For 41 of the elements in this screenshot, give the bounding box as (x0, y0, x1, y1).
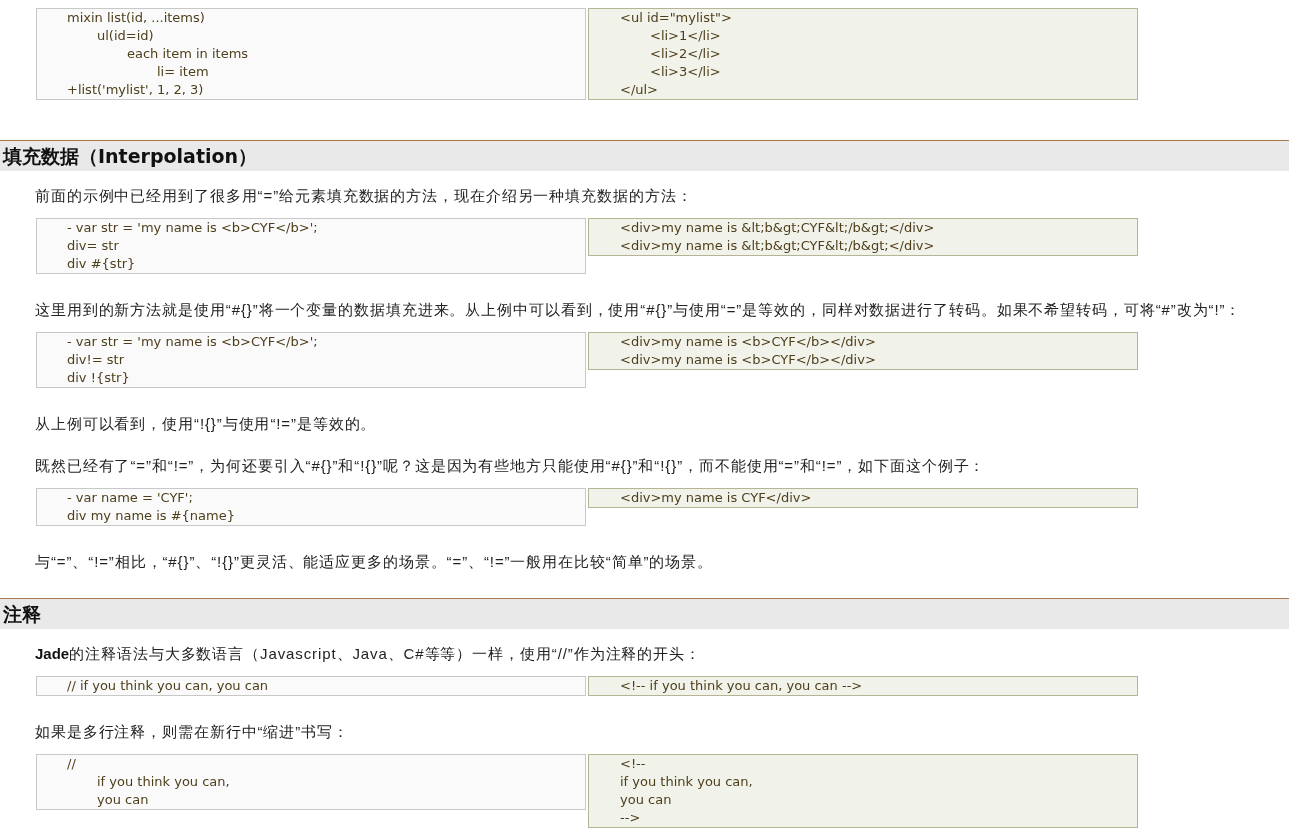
code-line: div #{str} (67, 255, 136, 273)
code-line: --> (620, 809, 641, 827)
code-line: <!-- (620, 755, 646, 773)
code-line: - var str = 'my name is <b>CYF</b>'; (67, 219, 318, 237)
code-line: <li>2</li> (650, 45, 721, 63)
code-line: <div>my name is CYF</div> (620, 489, 812, 507)
code-line: div!= str (67, 351, 124, 369)
code-line: <li>1</li> (650, 27, 721, 45)
code-line: div my name is #{name} (67, 507, 235, 525)
code-line: - var str = 'my name is <b>CYF</b>'; (67, 333, 318, 351)
paragraph: 这里用到的新方法就是使用“#{}”将一个变量的数据填充进来。从上例中可以看到，使用“#{}”与使用“=”是等效的，同样对数据进行了转码。如果不希望转码，可将“#”改为“!”： (35, 300, 1242, 320)
code-line: +list('mylist', 1, 2, 3) (67, 81, 204, 99)
code-line: // (67, 755, 76, 773)
code-line: ul(id=id) (97, 27, 154, 45)
code-line: you can (620, 791, 672, 809)
code-line: if you think you can, (97, 773, 230, 791)
code-line: </ul> (620, 81, 659, 99)
paragraph: 既然已经有了“=”和“!=”，为何还要引入“#{}”和“!{}”呢？这是因为有些地方只能使用“#{}”和“!{}”，而不能使用“=”和“!=”，如下面这个例子： (35, 456, 986, 476)
paragraph: 前面的示例中已经用到了很多用“=”给元素填充数据的方法，现在介绍另一种填充数据的方法： (35, 186, 693, 206)
code-line: if you think you can, (620, 773, 753, 791)
code-line: <div>my name is <b>CYF</b></div> (620, 333, 876, 351)
paragraph: 如果是多行注释，则需在新行中“缩进”书写： (35, 722, 349, 742)
code-line: div !{str} (67, 369, 130, 387)
code-line: <div>my name is &lt;b&gt;CYF&lt;/b&gt;</div> (620, 237, 935, 255)
code-line: <!-- if you think you can, you can --> (620, 677, 863, 695)
paragraph: Jade的注释语法与大多数语言（Javascript、Java、C#等等）一样，使用“//”作为注释的开头： (35, 644, 701, 664)
paragraph: 从上例可以看到，使用“!{}”与使用“!=”是等效的。 (35, 414, 377, 434)
code-line: // if you think you can, you can (67, 677, 269, 695)
code-line: <ul id="mylist"> (620, 9, 732, 27)
paragraph: 与“=”、“!=”相比，“#{}”、“!{}”更灵活、能适应更多的场景。“=”、“!=”一般用在比较“简单”的场景。 (35, 552, 714, 572)
code-line: <div>my name is <b>CYF</b></div> (620, 351, 876, 369)
section-heading: 注释 (0, 598, 1289, 629)
code-line: you can (97, 791, 149, 809)
code-line: mixin list(id, ...items) (67, 9, 205, 27)
code-line: li= item (157, 63, 209, 81)
code-line: <li>3</li> (650, 63, 721, 81)
code-line: <div>my name is &lt;b&gt;CYF&lt;/b&gt;</div> (620, 219, 935, 237)
code-line: div= str (67, 237, 119, 255)
code-line: - var name = 'CYF'; (67, 489, 193, 507)
code-line: each item in items (127, 45, 249, 63)
section-heading: 填充数据（Interpolation） (0, 140, 1289, 171)
